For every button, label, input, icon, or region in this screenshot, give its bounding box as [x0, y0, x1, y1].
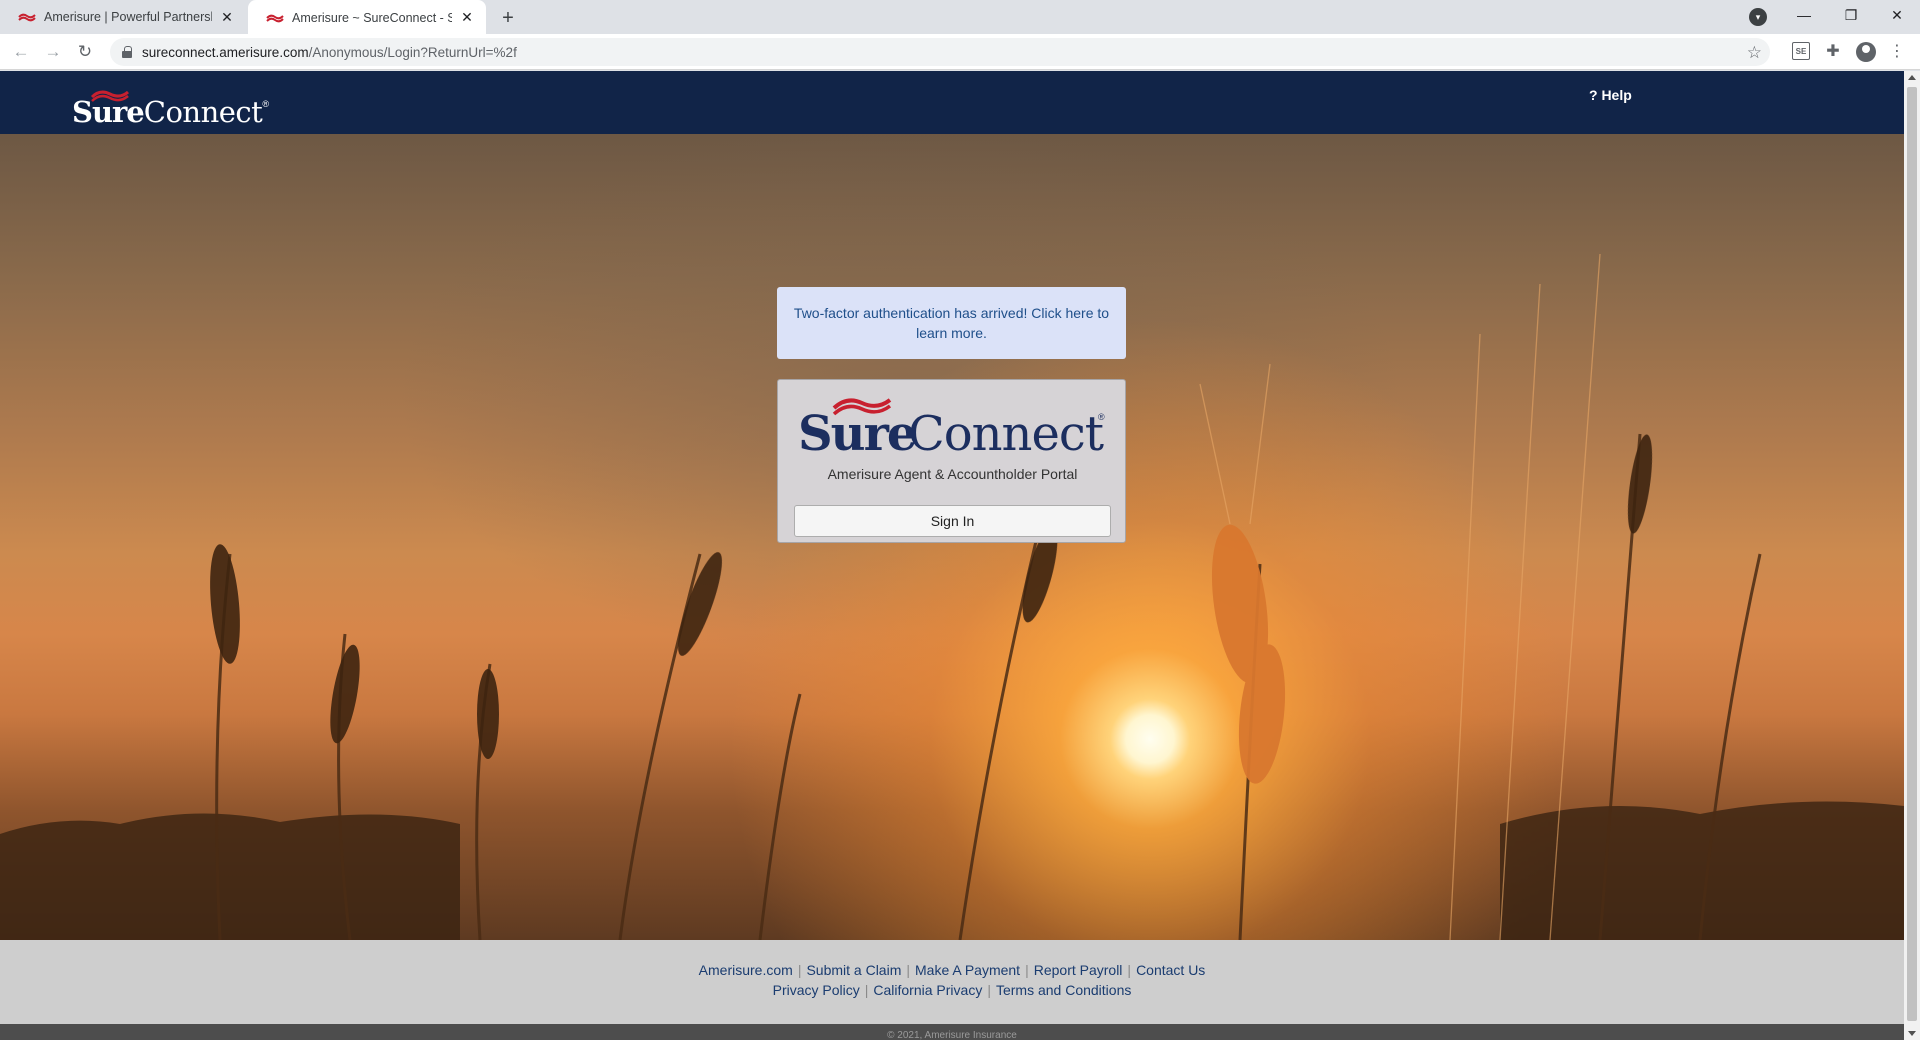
- footer-link-california-privacy[interactable]: California Privacy: [873, 982, 982, 998]
- portal-subtitle: Amerisure Agent & Accountholder Portal: [827, 466, 1078, 482]
- browser-menu-icon[interactable]: ⋮: [1888, 42, 1906, 60]
- footer-link-amerisure[interactable]: Amerisure.com: [699, 962, 793, 978]
- two-factor-notice-text[interactable]: Two-factor authentication has arrived! C…: [789, 303, 1114, 343]
- tab-title: Amerisure ~ SureConnect - Sign: [292, 10, 452, 25]
- close-window-icon[interactable]: ✕: [1882, 4, 1912, 26]
- scroll-up-arrow-icon[interactable]: [1908, 75, 1916, 80]
- address-bar[interactable]: sureconnect.amerisure.com/Anonymous/Logi…: [110, 38, 1770, 66]
- restore-icon[interactable]: ❐: [1836, 4, 1866, 26]
- copyright-text: © 2021, Amerisure Insurance: [887, 1030, 1017, 1040]
- close-tab-icon[interactable]: ✕: [458, 9, 476, 27]
- back-arrow-icon[interactable]: ←: [9, 40, 33, 64]
- flag-stripes-icon: [90, 90, 129, 102]
- footer-link-contact-us[interactable]: Contact Us: [1136, 962, 1205, 978]
- sureconnect-header-logo[interactable]: Sure Connect ®: [72, 89, 269, 129]
- site-header: Sure Connect ® ? Help: [0, 71, 1904, 134]
- copyright-bar: © 2021, Amerisure Insurance: [0, 1024, 1904, 1040]
- page-scrollbar[interactable]: [1904, 71, 1920, 1040]
- reload-icon[interactable]: ↻: [73, 40, 97, 64]
- footer-separator: |: [797, 962, 802, 978]
- forward-arrow-icon[interactable]: →: [41, 40, 65, 64]
- url-path: /Anonymous/Login?ReturnUrl=%2f: [308, 44, 517, 60]
- footer-link-make-payment[interactable]: Make A Payment: [915, 962, 1020, 978]
- footer-link-privacy-policy[interactable]: Privacy Policy: [773, 982, 860, 998]
- wheat-field-hero-image: Two-factor authentication has arrived! C…: [0, 134, 1904, 940]
- site-footer: Amerisure.com | Submit a Claim | Make A Pa…: [0, 940, 1904, 1024]
- logo-registered-mark: ®: [262, 99, 269, 109]
- extension-badge-label: SE: [1795, 46, 1807, 56]
- browser-tab-sureconnect[interactable]: Amerisure ~ SureConnect - Sign ✕: [248, 0, 486, 35]
- footer-separator: |: [1127, 962, 1132, 978]
- lock-icon[interactable]: [122, 46, 132, 58]
- profile-avatar-icon[interactable]: [1856, 42, 1876, 62]
- browser-tabstrip: Amerisure | Powerful Partnership ✕ Ameri…: [0, 0, 1920, 35]
- footer-link-submit-claim[interactable]: Submit a Claim: [806, 962, 901, 978]
- logo-connect-text: Connect: [143, 95, 263, 129]
- amerisure-favicon-icon: [266, 14, 284, 22]
- footer-separator: |: [864, 982, 869, 998]
- two-factor-notice[interactable]: Two-factor authentication has arrived! C…: [777, 287, 1126, 359]
- footer-separator: |: [1025, 962, 1029, 978]
- extensions-puzzle-icon[interactable]: ✚: [1824, 42, 1842, 60]
- browser-tab-amerisure[interactable]: Amerisure | Powerful Partnership ✕: [0, 0, 246, 34]
- page-viewport: Sure Connect ® ? Help Two-factor authent…: [0, 71, 1904, 1040]
- scrollbar-thumb[interactable]: [1907, 87, 1917, 1021]
- amerisure-favicon-icon: [18, 13, 36, 22]
- footer-link-report-payroll[interactable]: Report Payroll: [1034, 962, 1123, 978]
- new-tab-plus-icon[interactable]: +: [496, 6, 520, 30]
- footer-separator: |: [906, 962, 911, 978]
- sureconnect-card-logo: Sure Connect ®: [798, 398, 1108, 462]
- card-logo-registered-mark: ®: [1098, 412, 1105, 422]
- browser-toolbar: ← → ↻ sureconnect.amerisure.com/Anonymou…: [0, 34, 1920, 70]
- card-logo-connect-text: Connect: [908, 406, 1104, 462]
- login-card: Sure Connect ® Amerisure Agent & Account…: [777, 379, 1126, 543]
- tab-title: Amerisure | Powerful Partnership: [44, 10, 212, 24]
- help-link[interactable]: ? Help: [1589, 87, 1632, 103]
- extension-se-icon[interactable]: SE: [1792, 42, 1810, 60]
- scroll-down-arrow-icon[interactable]: [1908, 1031, 1916, 1036]
- url-host: sureconnect.amerisure.com: [142, 44, 309, 60]
- tab-search-icon[interactable]: ▾: [1749, 8, 1767, 26]
- footer-links-row-2: Privacy Policy | California Privacy | Term…: [0, 982, 1904, 998]
- sign-in-button[interactable]: Sign In: [794, 505, 1111, 537]
- bookmark-star-icon[interactable]: ☆: [1747, 43, 1762, 63]
- close-tab-icon[interactable]: ✕: [218, 8, 236, 26]
- minimize-icon[interactable]: —: [1789, 4, 1819, 26]
- card-logo-sure-text: Sure: [798, 406, 917, 462]
- footer-separator: |: [987, 982, 991, 998]
- footer-link-terms[interactable]: Terms and Conditions: [996, 982, 1131, 998]
- footer-links-row-1: Amerisure.com | Submit a Claim | Make A Pa…: [0, 962, 1904, 978]
